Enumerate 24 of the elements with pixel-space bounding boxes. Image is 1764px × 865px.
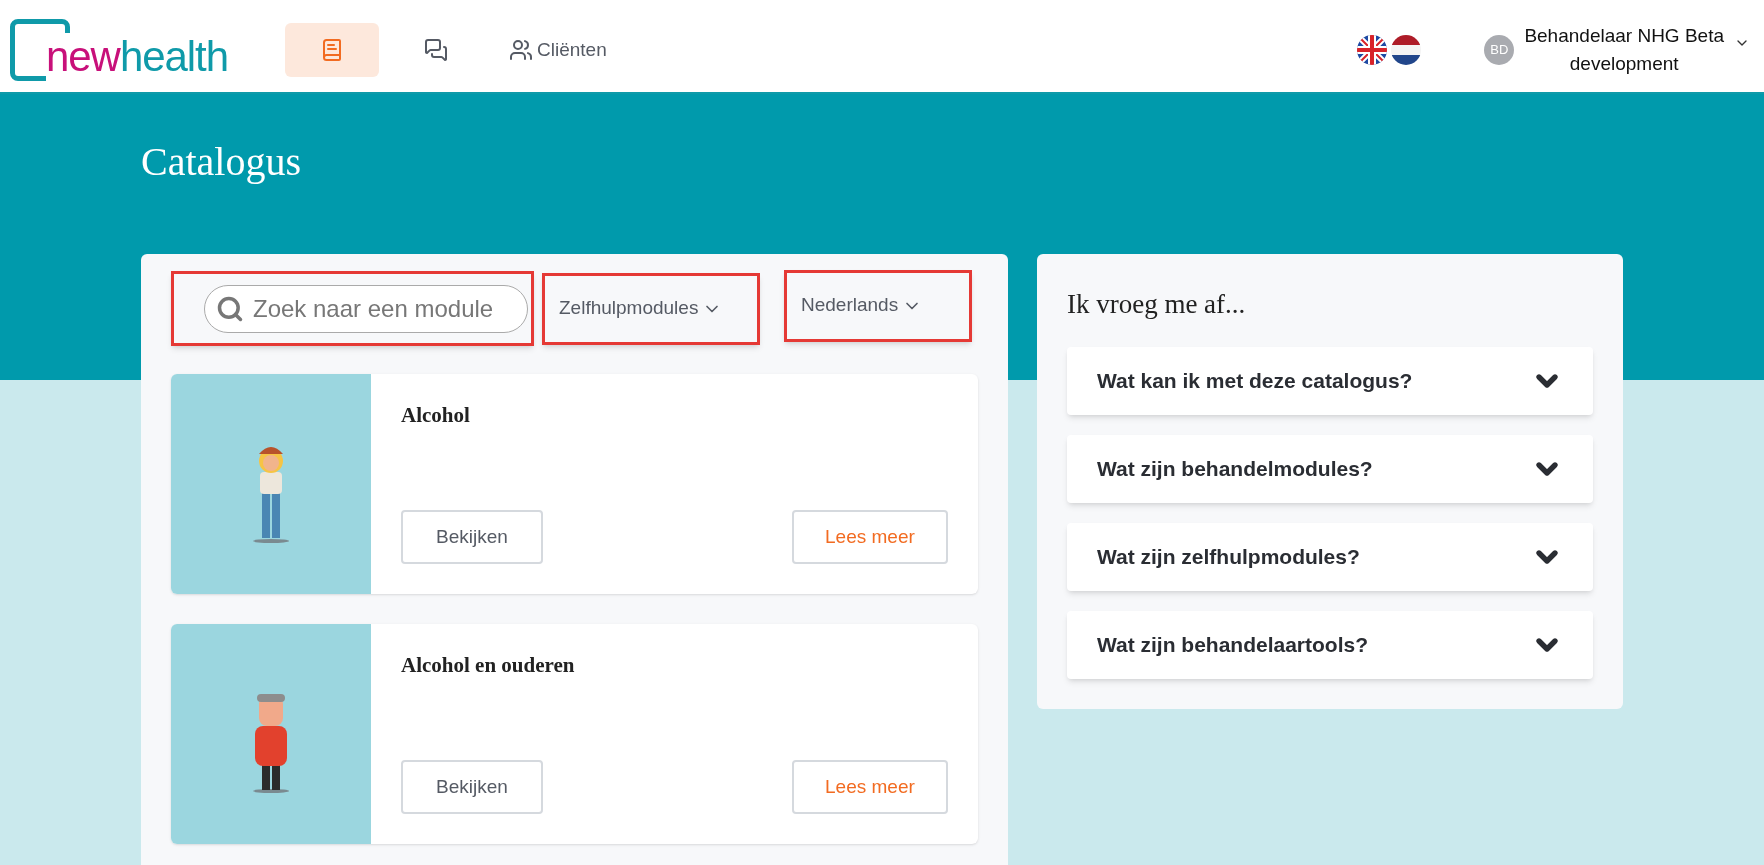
module-title: Alcohol en ouderen (401, 652, 576, 679)
faq-title: Ik vroeg me af... (1066, 288, 1247, 321)
page-title: Catalogus (141, 138, 302, 186)
user-avatar: BD (1484, 35, 1515, 65)
view-button[interactable]: Bekijken (401, 760, 543, 814)
module-title: Alcohol (401, 402, 471, 429)
filter-dropdown[interactable]: Zelfhulpmodules (559, 294, 723, 323)
book-icon (320, 38, 344, 62)
logo-text: newhealth (46, 33, 229, 81)
view-button[interactable]: Bekijken (401, 510, 543, 564)
uk-flag-icon[interactable] (1357, 35, 1388, 65)
newhealth-logo[interactable]: newhealth (10, 19, 258, 81)
filter-dropdown[interactable]: Nederlands (801, 291, 923, 320)
faq-item[interactable]: Wat zijn behandelaartools? (1066, 610, 1593, 679)
faq-item[interactable]: Wat zijn zelfhulpmodules? (1066, 522, 1593, 591)
faq-item[interactable]: Wat zijn behandelmodules? (1066, 434, 1593, 503)
chat-icon (424, 38, 448, 62)
user-menu[interactable]: Behandelaar NHG Beta development (1524, 22, 1724, 78)
faq-item[interactable]: Wat kan ik met deze catalogus? (1066, 346, 1593, 415)
search-icon (216, 294, 244, 323)
nav-tab[interactable]: Cliënten (493, 23, 623, 77)
dutch-flag-icon[interactable] (1391, 35, 1422, 65)
users-icon (509, 38, 533, 62)
search-field[interactable]: Zoek naar een module (204, 284, 528, 333)
